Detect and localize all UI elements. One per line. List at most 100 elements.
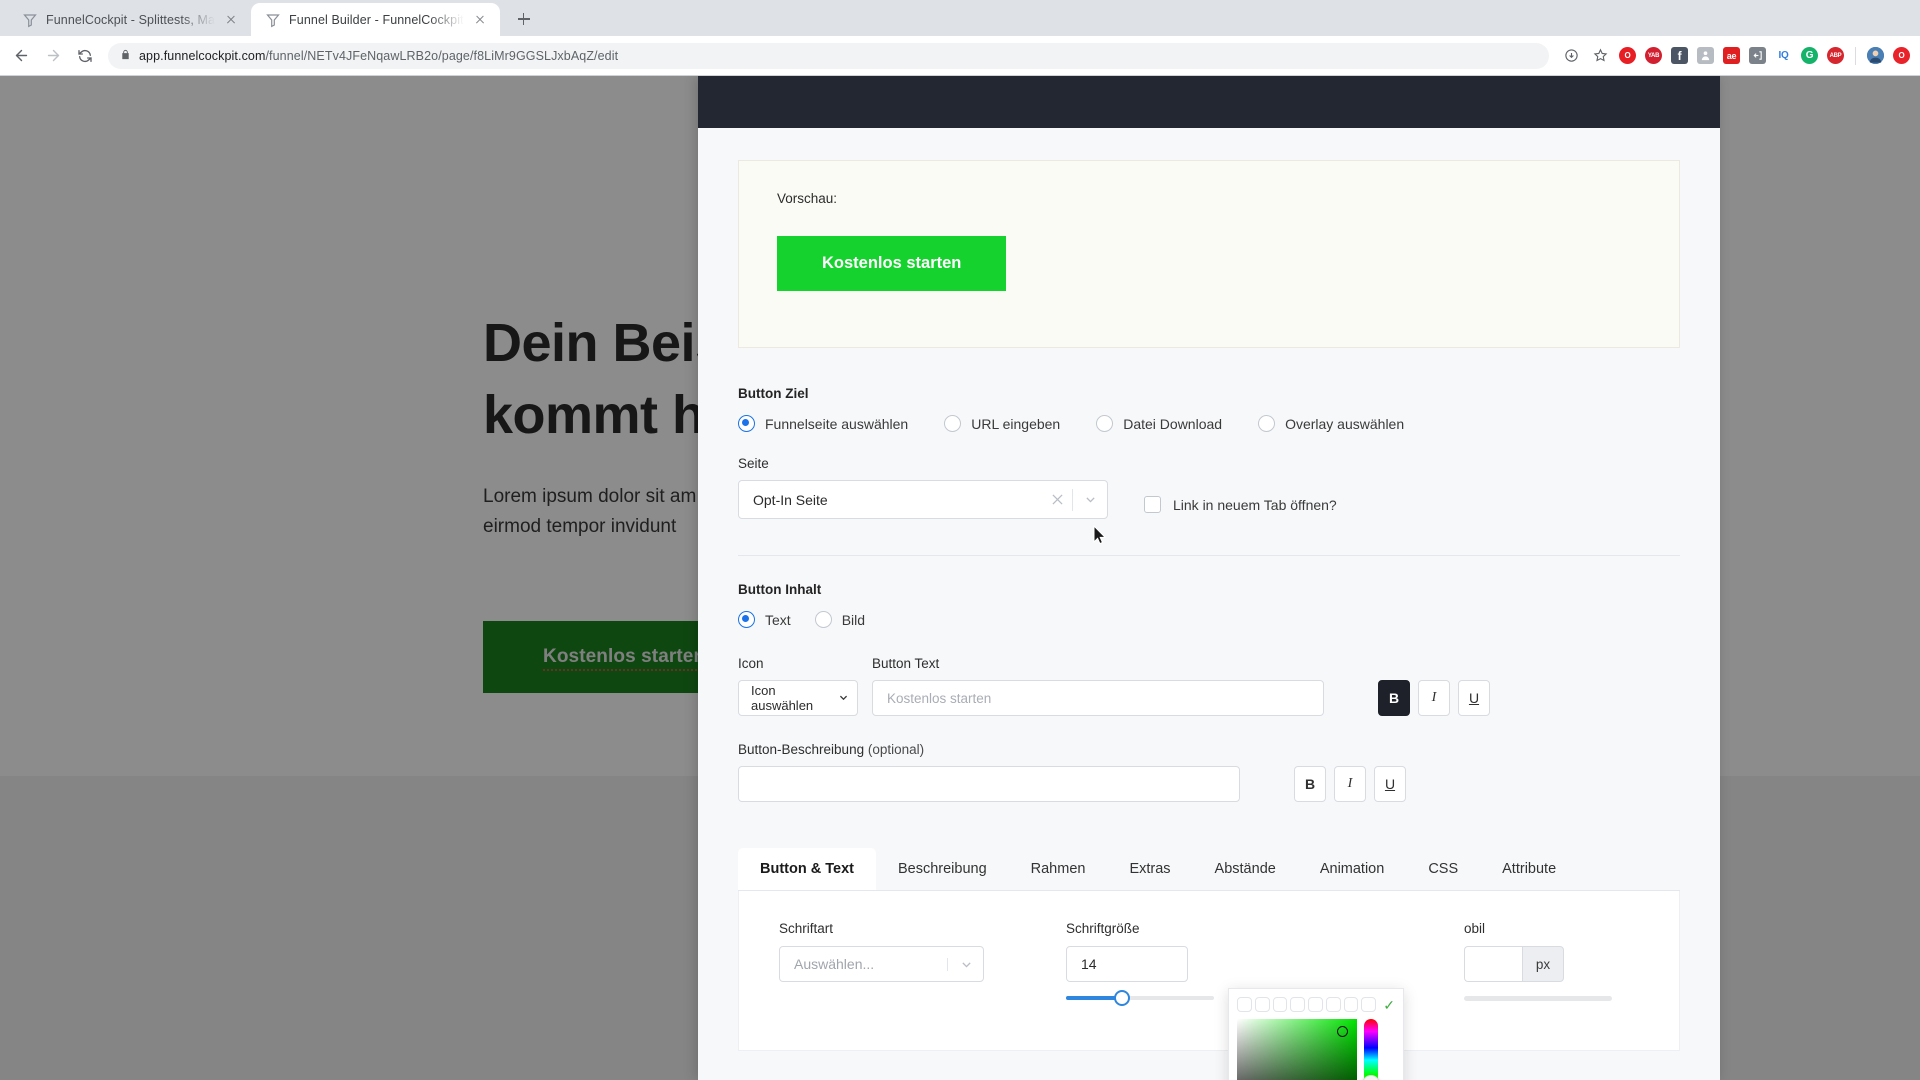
preview-button[interactable]: Kostenlos starten bbox=[777, 236, 1007, 291]
font-size-input[interactable]: 14 bbox=[1066, 946, 1188, 982]
radio-datei-download[interactable]: Datei Download bbox=[1096, 415, 1222, 432]
icon-select[interactable]: Icon auswählen bbox=[738, 680, 858, 716]
text-format-group: B I U bbox=[1378, 680, 1490, 716]
seite-value: Opt-In Seite bbox=[753, 491, 828, 508]
radio-icon bbox=[1096, 415, 1114, 432]
yab-icon[interactable]: YAB bbox=[1645, 47, 1662, 64]
italic-label: I bbox=[1347, 776, 1353, 791]
italic-label: I bbox=[1431, 690, 1437, 705]
hue-slider[interactable] bbox=[1362, 1019, 1380, 1080]
address-bar[interactable]: app.funnelcockpit.com/funnel/NETv4JFeNqa… bbox=[108, 42, 1549, 69]
tab-rahmen[interactable]: Rahmen bbox=[1009, 848, 1108, 890]
button-content-section: Button Inhalt Text Bild Icon Icon auswäh… bbox=[738, 556, 1680, 802]
color-swatch[interactable] bbox=[1237, 997, 1252, 1012]
button-target-radio-group: Funnelseite auswählen URL eingeben Datei… bbox=[738, 415, 1680, 432]
description-label-main: Button-Beschreibung bbox=[738, 742, 865, 757]
funnel-icon bbox=[265, 12, 281, 28]
chevron-down-icon[interactable] bbox=[947, 957, 983, 971]
radio-text[interactable]: Text bbox=[738, 611, 791, 628]
font-family-select[interactable]: Auswählen... bbox=[779, 946, 984, 982]
ae-icon[interactable]: ae bbox=[1723, 47, 1740, 64]
tab-extras[interactable]: Extras bbox=[1107, 848, 1192, 890]
back-icon[interactable] bbox=[6, 41, 36, 71]
font-family-field: Schriftart Auswählen... bbox=[779, 921, 984, 1050]
color-swatch[interactable] bbox=[1361, 997, 1377, 1012]
color-swatch[interactable] bbox=[1290, 997, 1306, 1012]
tab-animation[interactable]: Animation bbox=[1298, 848, 1406, 890]
tab-button-text[interactable]: Button & Text bbox=[738, 848, 876, 890]
forward-icon[interactable] bbox=[38, 41, 68, 71]
seite-label: Seite bbox=[738, 456, 769, 471]
saturation-selector[interactable] bbox=[1337, 1026, 1348, 1037]
icon-text-row: Icon Icon auswählen Button Text Kostenlo… bbox=[738, 656, 1680, 716]
checkbox-icon bbox=[1144, 496, 1161, 513]
italic-button[interactable]: I bbox=[1418, 680, 1450, 716]
description-label-optional: (optional) bbox=[864, 742, 925, 757]
button-settings-modal: Vorschau: Kostenlos starten Button Ziel … bbox=[698, 76, 1720, 1080]
seite-row: Opt-In Seite Link in neuem Tab öffnen? bbox=[738, 480, 1680, 519]
color-swatch[interactable] bbox=[1254, 997, 1270, 1012]
modal-header-bar bbox=[698, 76, 1720, 128]
close-icon[interactable] bbox=[223, 12, 239, 28]
radio-overlay[interactable]: Overlay auswählen bbox=[1258, 415, 1404, 432]
hue-slider-knob[interactable] bbox=[1362, 1075, 1380, 1080]
radio-url[interactable]: URL eingeben bbox=[944, 415, 1060, 432]
reload-icon[interactable] bbox=[70, 41, 100, 71]
page-viewport: Dein Beis kommt hi Lorem ipsum dolor sit… bbox=[0, 76, 1920, 1080]
opera-icon[interactable]: O bbox=[1619, 47, 1636, 64]
button-text-field: Button Text Kostenlos starten bbox=[872, 656, 1324, 716]
close-icon[interactable] bbox=[472, 12, 488, 28]
font-size-slider[interactable] bbox=[1066, 990, 1214, 1006]
download-icon[interactable] bbox=[1561, 46, 1581, 66]
browser-tab-1[interactable]: FunnelCockpit - Splittests, Ma bbox=[8, 3, 251, 36]
mobile-font-size-input[interactable] bbox=[1464, 946, 1522, 982]
description-input[interactable] bbox=[738, 766, 1240, 802]
login-icon[interactable] bbox=[1749, 47, 1766, 64]
font-family-label: Schriftart bbox=[779, 921, 834, 936]
radio-bild[interactable]: Bild bbox=[814, 611, 865, 628]
radio-overlay-label: Overlay auswählen bbox=[1285, 415, 1405, 432]
new-tab-checkbox-item[interactable]: Link in neuem Tab öffnen? bbox=[1144, 496, 1337, 519]
tab-attribute[interactable]: Attribute bbox=[1480, 848, 1578, 890]
underline-button[interactable]: U bbox=[1458, 680, 1490, 716]
browser-tab-2[interactable]: Funnel Builder - FunnelCockpit bbox=[251, 3, 500, 36]
icon-select-value: Icon auswählen bbox=[751, 683, 814, 713]
chevron-down-icon[interactable] bbox=[1073, 493, 1107, 506]
bold-button[interactable]: B bbox=[1378, 680, 1410, 716]
grammarly-icon[interactable]: G bbox=[1801, 47, 1818, 64]
person-icon[interactable] bbox=[1697, 47, 1714, 64]
icon-field: Icon Icon auswählen bbox=[738, 656, 858, 716]
button-text-input[interactable]: Kostenlos starten bbox=[872, 680, 1324, 716]
bookmark-star-icon[interactable] bbox=[1590, 46, 1610, 66]
facebook-icon[interactable]: f bbox=[1671, 47, 1688, 64]
bold-label: B bbox=[1304, 776, 1316, 792]
browser-chrome: FunnelCockpit - Splittests, Ma Funnel Bu… bbox=[0, 0, 1920, 76]
tab-beschreibung[interactable]: Beschreibung bbox=[876, 848, 1009, 890]
description-format-group: B I U bbox=[1294, 766, 1406, 802]
saturation-value-area[interactable] bbox=[1237, 1019, 1357, 1080]
iq-icon[interactable]: IQ bbox=[1775, 47, 1792, 64]
underline-label: U bbox=[1468, 690, 1480, 706]
toolbar-divider bbox=[1855, 46, 1856, 65]
opera-gx-icon[interactable]: O bbox=[1893, 47, 1910, 64]
color-swatch[interactable] bbox=[1343, 997, 1359, 1012]
color-swatch[interactable] bbox=[1272, 997, 1288, 1012]
abp-icon[interactable]: ABP bbox=[1827, 47, 1844, 64]
mobile-font-size-slider[interactable] bbox=[1464, 996, 1612, 1001]
tab-css[interactable]: CSS bbox=[1406, 848, 1480, 890]
color-swatch[interactable] bbox=[1325, 997, 1341, 1012]
slider-knob[interactable] bbox=[1114, 990, 1130, 1006]
underline-button[interactable]: U bbox=[1374, 766, 1406, 802]
confirm-check-icon[interactable]: ✓ bbox=[1383, 998, 1395, 1012]
radio-funnelseite[interactable]: Funnelseite auswählen bbox=[738, 415, 908, 432]
bold-button[interactable]: B bbox=[1294, 766, 1326, 802]
italic-button[interactable]: I bbox=[1334, 766, 1366, 802]
profile-avatar[interactable] bbox=[1867, 47, 1884, 64]
button-text-panel: Schriftart Auswählen... Schriftgröße 14 bbox=[738, 891, 1680, 1051]
tab-abstaende[interactable]: Abstände bbox=[1193, 848, 1298, 890]
color-swatch[interactable] bbox=[1308, 997, 1323, 1012]
seite-select[interactable]: Opt-In Seite bbox=[738, 480, 1108, 519]
new-tab-button[interactable] bbox=[510, 5, 538, 33]
mobile-font-size-label: obil bbox=[1464, 921, 1486, 936]
clear-icon[interactable] bbox=[1042, 494, 1072, 505]
